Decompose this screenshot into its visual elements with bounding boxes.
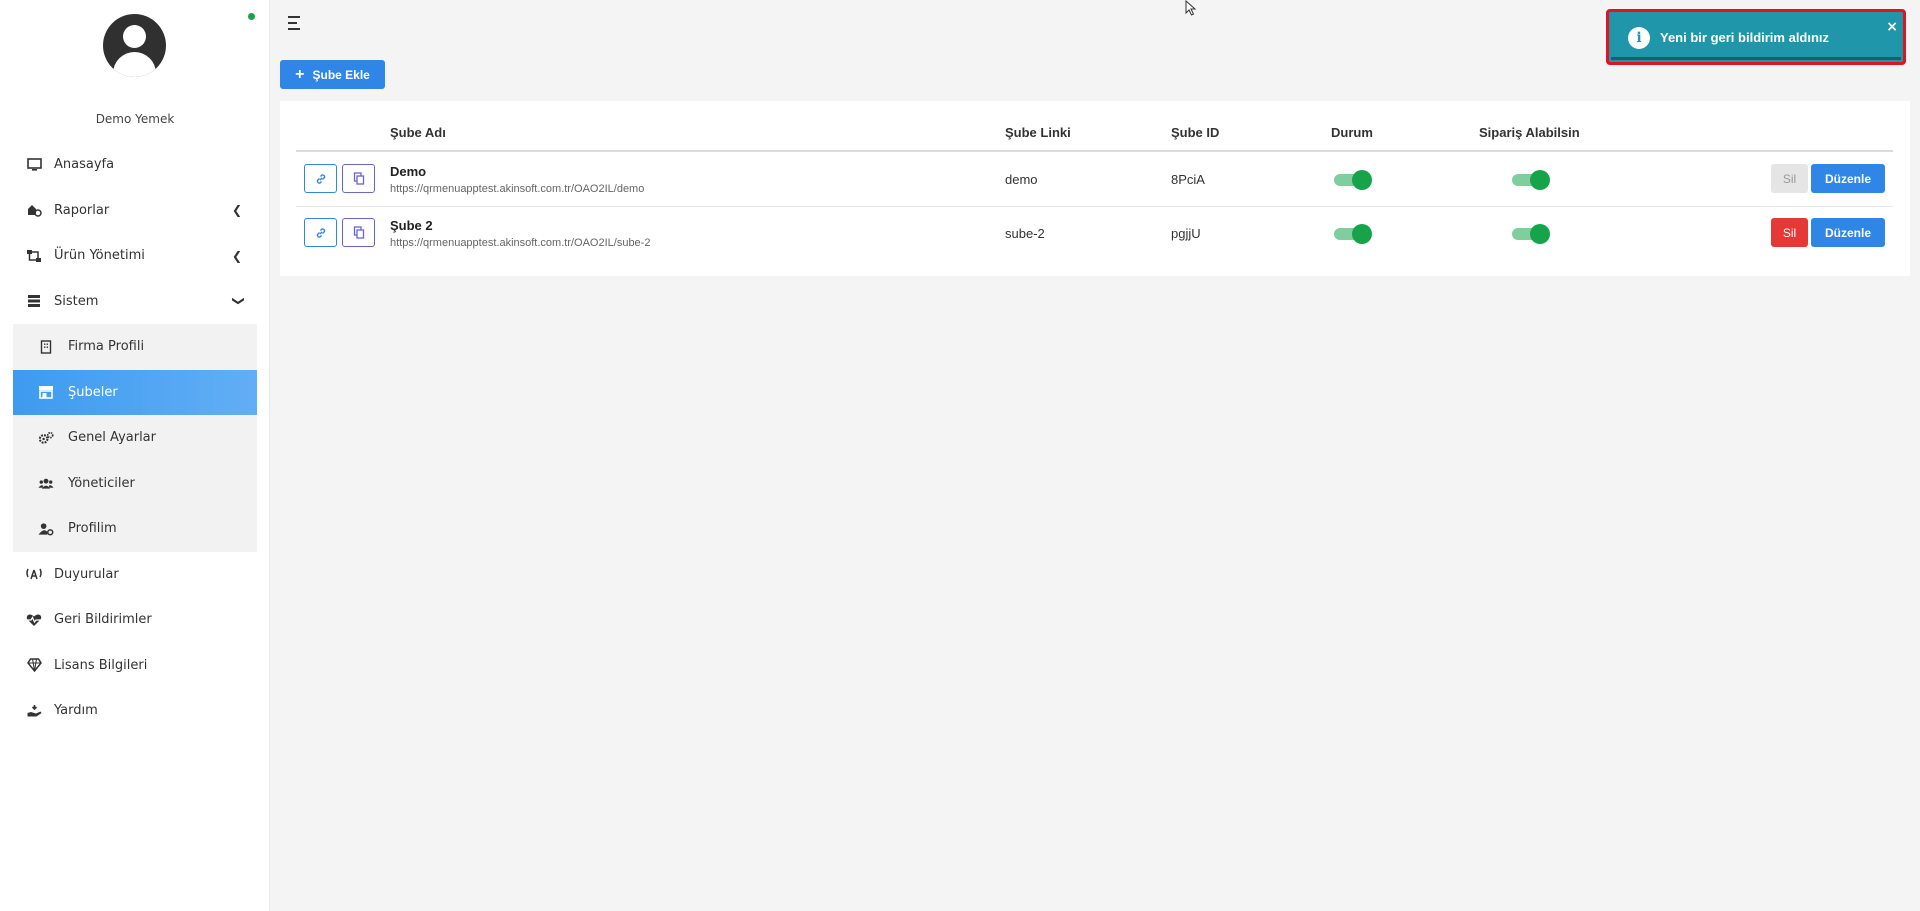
siparis-toggle[interactable] [1512,170,1550,190]
monitor-icon [26,157,42,173]
server-icon [26,293,42,309]
sidebar-item-label: Firma Profili [68,339,145,355]
sidebar-item-label: Sistem [54,293,99,309]
table-row: Demo https://qrmenuapptest.akinsoft.com.… [296,153,1893,207]
profile-section: Demo Yemek [0,0,269,126]
sidebar-item-label: Anasayfa [54,157,115,173]
menu-toggle-icon[interactable] [288,16,302,30]
diamond-icon [26,657,42,673]
table-header: Şube Adı Şube Linki Şube ID Durum Sipari… [296,101,1893,152]
branch-name: Demo [390,164,427,179]
branch-name: Şube 2 [390,218,433,233]
header-siparis-alabilsin: Sipariş Alabilsin [1479,125,1580,140]
sidebar-item-geri-bildirimler[interactable]: Geri Bildirimler [0,597,270,643]
branch-link: demo [1005,172,1038,187]
toast-message: Yeni bir geri bildirim aldınız [1660,30,1830,45]
branch-id: 8PciA [1171,172,1205,187]
link-icon [316,227,325,238]
sidebar-item-label: Ürün Yönetimi [54,248,145,264]
link-button[interactable] [304,164,337,193]
plus-icon: + [295,65,305,83]
profile-name: Demo Yemek [95,112,175,126]
users-icon [38,475,54,491]
heart-pulse-icon [26,612,42,628]
sidebar-item-subeler[interactable]: Şubeler [13,369,257,415]
help-hand-icon [26,703,42,719]
store-icon [38,384,54,400]
delete-button[interactable]: Sil [1771,218,1808,247]
copy-icon [353,226,364,239]
branch-url: https://qrmenuapptest.akinsoft.com.tr/OA… [390,237,651,249]
info-icon: i [1628,27,1650,49]
sidebar-item-label: Geri Bildirimler [54,612,152,628]
header-sube-adi: Şube Adı [390,125,446,140]
sidebar-item-duyurular[interactable]: Duyurular [0,552,270,598]
siparis-toggle[interactable] [1512,224,1550,244]
branch-link: sube-2 [1005,226,1045,241]
sidebar-item-label: Şubeler [68,384,118,400]
broadcast-icon [26,566,42,582]
sistem-submenu: Firma Profili Şubeler Genel Ayarlar Yöne… [13,324,257,552]
sidebar-item-label: Lisans Bilgileri [54,657,148,673]
chevron-left-icon: ❮ [231,248,242,263]
sidebar-item-label: Raporlar [54,202,110,218]
reports-icon [26,202,42,218]
header-durum: Durum [1331,125,1373,140]
copy-icon [353,172,364,185]
sidebar-item-yardim[interactable]: Yardım [0,688,270,734]
edit-button[interactable]: Düzenle [1811,218,1885,247]
sidebar-item-anasayfa[interactable]: Anasayfa [0,142,270,188]
copy-button[interactable] [342,164,375,193]
branches-table: Şube Adı Şube Linki Şube ID Durum Sipari… [280,101,1910,276]
sidebar-item-firma-profili[interactable]: Firma Profili [13,324,257,370]
delete-button: Sil [1771,164,1808,193]
header-sube-linki: Şube Linki [1005,125,1071,140]
sidebar-item-raporlar[interactable]: Raporlar ❮ [0,188,270,234]
building-icon [38,339,54,355]
sidebar-item-yoneticiler[interactable]: Yöneticiler [13,461,257,507]
sidebar-item-genel-ayarlar[interactable]: Genel Ayarlar [13,415,257,461]
durum-toggle[interactable] [1334,170,1372,190]
cogs-icon [38,430,54,446]
link-icon [316,173,325,184]
branch-id: pgjjU [1171,226,1201,241]
close-icon[interactable]: × [1886,19,1898,35]
sitemap-icon [26,248,42,264]
chevron-left-icon: ❮ [231,203,242,218]
add-branch-label: Şube Ekle [312,67,370,82]
link-button[interactable] [304,218,337,247]
user-cog-icon [38,521,54,537]
branch-url: https://qrmenuapptest.akinsoft.com.tr/OA… [390,183,645,195]
sidebar-item-label: Duyurular [54,566,119,582]
sidebar: Demo Yemek Anasayfa Raporlar ❮ Ürün Yöne… [0,0,270,911]
copy-button[interactable] [342,218,375,247]
notification-toast: i Yeni bir geri bildirim aldınız × [1606,9,1906,65]
toast-progress-bar [1611,57,1901,60]
header-sube-id: Şube ID [1171,125,1220,140]
add-branch-button[interactable]: + Şube Ekle [280,60,385,89]
sidebar-item-urun-yonetimi[interactable]: Ürün Yönetimi ❮ [0,233,270,279]
sidebar-item-label: Profilim [68,521,117,537]
sidebar-item-label: Yardım [54,703,98,719]
durum-toggle[interactable] [1334,224,1372,244]
sidebar-item-sistem[interactable]: Sistem ❮ [0,279,270,325]
mouse-cursor-icon [1185,0,1197,16]
sidebar-item-label: Yöneticiler [68,475,135,491]
edit-button[interactable]: Düzenle [1811,164,1885,193]
online-status-dot [248,13,255,20]
sidebar-item-label: Genel Ayarlar [68,430,156,446]
avatar[interactable] [103,14,166,77]
chevron-down-icon: ❮ [229,296,244,307]
sidebar-item-profilim[interactable]: Profilim [13,506,257,552]
table-row: Şube 2 https://qrmenuapptest.akinsoft.co… [296,207,1893,261]
sidebar-nav: Anasayfa Raporlar ❮ Ürün Yönetimi ❮ Sist… [0,142,270,734]
sidebar-item-lisans-bilgileri[interactable]: Lisans Bilgileri [0,643,270,689]
